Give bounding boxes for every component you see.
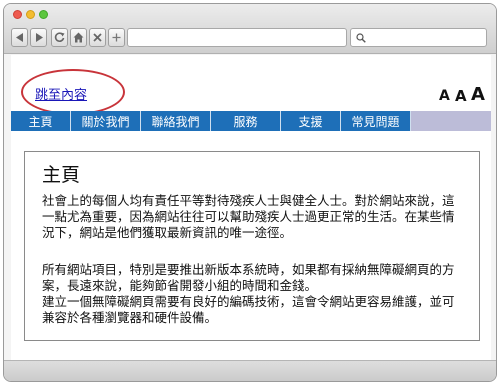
menu-item-home[interactable]: 主頁 <box>11 111 71 131</box>
content-paragraph: 所有網站項目，特別是要推出新版本系統時，如果都有採納無障礙網頁的方案，長遠來說，… <box>42 262 455 293</box>
highlight-ellipse <box>21 69 125 115</box>
new-tab-button[interactable] <box>108 28 125 47</box>
home-icon <box>73 32 84 43</box>
minimize-window-button[interactable] <box>26 10 35 19</box>
content-paragraph: 建立一個無障礙網頁需要有良好的編碼技術，這會令網站更容易維護，並可兼容於各種瀏覽… <box>42 294 455 325</box>
content-block: 所有網站項目，特別是要推出新版本系統時，如果都有採納無障礙網頁的方案，長遠來說，… <box>42 262 462 326</box>
reload-button[interactable] <box>51 28 68 47</box>
page-title: 主頁 <box>42 164 81 186</box>
search-icon <box>356 33 366 43</box>
address-bar[interactable] <box>127 28 347 47</box>
new-tab-icon <box>112 33 121 42</box>
forward-button[interactable] <box>30 28 47 47</box>
stop-button[interactable] <box>89 28 106 47</box>
reload-icon <box>54 32 65 42</box>
search-input[interactable] <box>350 28 487 47</box>
browser-window: 跳至內容 A A A 主頁 關於我們 聯絡我們 服務 支援 常見問題 主頁 社會… <box>3 3 497 382</box>
home-button[interactable] <box>70 28 87 47</box>
status-bar <box>4 360 496 381</box>
content-paragraph: 社會上的每個人均有責任平等對待殘疾人士與健全人士。對於網站來說，這一點尤為重要，… <box>42 193 455 240</box>
menu-item-faq[interactable]: 常見問題 <box>341 111 411 131</box>
font-size-large-button[interactable]: A <box>471 84 485 105</box>
menu-item-about[interactable]: 關於我們 <box>71 111 141 131</box>
main-menu: 主頁 關於我們 聯絡我們 服務 支援 常見問題 <box>11 111 491 131</box>
close-window-button[interactable] <box>13 10 22 19</box>
browser-toolbar <box>4 4 496 54</box>
menu-item-contact[interactable]: 聯絡我們 <box>141 111 211 131</box>
web-page: 跳至內容 A A A 主頁 關於我們 聯絡我們 服務 支援 常見問題 主頁 社會… <box>11 55 491 361</box>
back-button[interactable] <box>11 28 28 47</box>
menu-item-support[interactable]: 支援 <box>281 111 341 131</box>
zoom-window-button[interactable] <box>39 10 48 19</box>
forward-icon <box>35 33 43 42</box>
main-content: 主頁 社會上的每個人均有責任平等對待殘疾人士與健全人士。對於網站來說，這一點尤為… <box>24 151 480 341</box>
font-size-small-button[interactable]: A <box>439 88 450 104</box>
font-size-medium-button[interactable]: A <box>455 87 467 105</box>
menu-item-services[interactable]: 服務 <box>211 111 281 131</box>
back-icon <box>15 33 23 42</box>
stop-icon <box>93 33 102 42</box>
